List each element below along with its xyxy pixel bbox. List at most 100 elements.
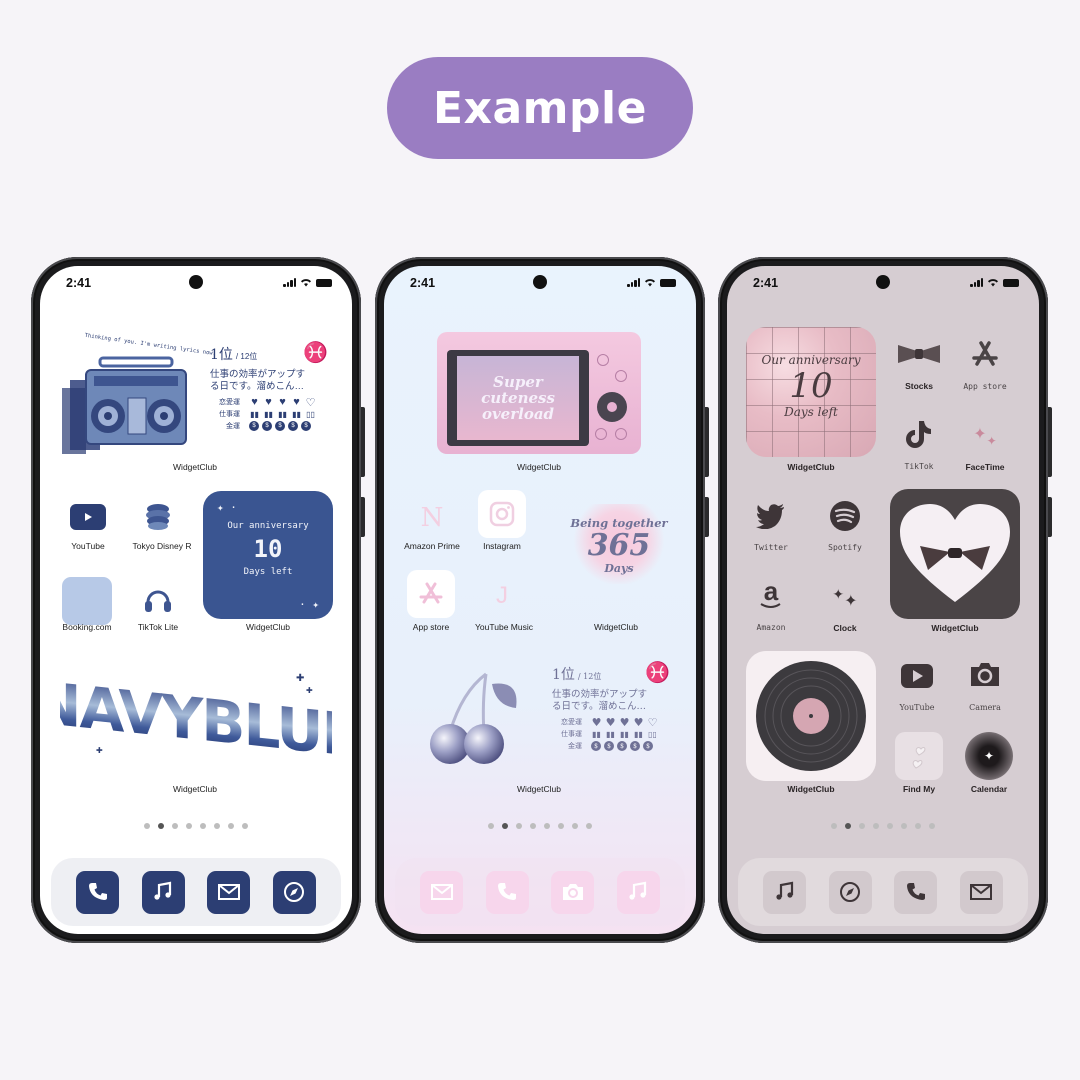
dock-compass-button[interactable]	[828, 870, 872, 914]
page-dot[interactable]	[586, 823, 592, 829]
app-label-youtube: YouTube	[71, 541, 105, 551]
navyblue-text: NAVYBLUE	[60, 668, 332, 770]
app-label-twitter: Twitter	[754, 543, 788, 552]
navyblue-widget[interactable]: NAVYBLUE ✚ ✚ ✚	[60, 661, 332, 771]
boombox-widget[interactable]: Thinking of you. I'm writing lyrics now.	[56, 328, 216, 458]
page-dot[interactable]	[530, 823, 536, 829]
page-dot[interactable]	[242, 823, 248, 829]
instagram-app-icon[interactable]	[478, 490, 526, 538]
page-indicator[interactable]	[727, 823, 1039, 829]
clock-sparkle-icon[interactable]: ✦ ✦	[825, 574, 865, 614]
page-dot[interactable]	[859, 823, 865, 829]
page-dot[interactable]	[502, 823, 508, 829]
compass-icon	[284, 882, 305, 902]
dock-compass-button[interactable]	[272, 870, 316, 914]
page-dot[interactable]	[228, 823, 234, 829]
tiktok-app-icon[interactable]	[899, 414, 939, 454]
amazon-prime-app-icon[interactable]: N	[412, 498, 452, 538]
stocks-app-icon[interactable]	[895, 336, 943, 372]
dock-phone-button[interactable]	[485, 870, 529, 914]
heart-icon: ♡	[647, 715, 658, 729]
tiktok-lite-app-icon[interactable]	[140, 582, 176, 618]
calendar-sparkle-app-icon[interactable]: ✦	[965, 732, 1013, 780]
youtube-app-icon[interactable]	[70, 504, 106, 530]
page-indicator[interactable]	[40, 823, 352, 829]
book-icon: ▮▮	[278, 409, 287, 419]
app-label-youtube: YouTube	[899, 703, 935, 712]
page-dot[interactable]	[172, 823, 178, 829]
wifi-icon	[645, 279, 655, 287]
page-dot[interactable]	[929, 823, 935, 829]
youtube-app-icon[interactable]	[899, 658, 935, 694]
together-widget[interactable]: Being together 365 Days	[554, 486, 684, 606]
widget-label: WidgetClub	[594, 622, 638, 632]
dock-mail-button[interactable]	[959, 870, 1003, 914]
dock-music-button[interactable]	[616, 870, 660, 914]
cherry-widget[interactable]	[412, 662, 532, 772]
dock-camera-button[interactable]	[551, 870, 595, 914]
svg-text:✚: ✚	[296, 673, 304, 684]
camera-app-icon[interactable]	[967, 656, 1003, 692]
page-dot[interactable]	[845, 823, 851, 829]
page-dot[interactable]	[887, 823, 893, 829]
amazon-app-icon[interactable]: a	[751, 574, 791, 614]
horoscope-row: 恋愛運 ♥ ♥ ♥ ♥ ♡	[210, 396, 328, 409]
page-dot[interactable]	[873, 823, 879, 829]
battery-icon	[316, 278, 332, 287]
heart-icon: ♥	[251, 396, 258, 408]
page-dot[interactable]	[831, 823, 837, 829]
coin-icon: $	[617, 741, 627, 751]
horoscope-widget[interactable]: 1位 / 12位 ♓ 仕事の効率がアップす る日です。溜めこん… 恋愛運 ♥ ♥ ♥ ♥…	[210, 343, 328, 432]
page-dot[interactable]	[214, 823, 220, 829]
horoscope-widget[interactable]: 1位 / 12位 ♓ 仕事の効率がアップす る日です。溜めこん… 恋愛運 ♥ ♥ ♥ ♥…	[552, 662, 670, 752]
page-dot[interactable]	[901, 823, 907, 829]
booking-app-icon[interactable]	[62, 577, 112, 625]
app-store-app-icon[interactable]	[407, 570, 455, 618]
phone-icon	[498, 883, 517, 900]
battery-icon	[1003, 278, 1019, 287]
anniversary-widget[interactable]: ✦ · · ✦ Our anniversary 10 Days left	[203, 491, 333, 619]
compass-icon	[840, 882, 861, 902]
page-dot[interactable]	[186, 823, 192, 829]
page-dot[interactable]	[200, 823, 206, 829]
heart-ribbon-widget[interactable]	[890, 489, 1020, 619]
page-dot[interactable]	[544, 823, 550, 829]
dock-mail-button[interactable]	[420, 870, 464, 914]
phone-icon	[906, 883, 925, 900]
page-dot[interactable]	[915, 823, 921, 829]
page-indicator[interactable]	[384, 823, 696, 829]
dock-phone-button[interactable]	[76, 870, 120, 914]
page-dot[interactable]	[158, 823, 164, 829]
glitter-anniversary-widget[interactable]: Our anniversary 10 Days left	[746, 327, 876, 457]
dock-music-button[interactable]	[763, 870, 807, 914]
page-dot[interactable]	[488, 823, 494, 829]
camera-widget[interactable]: Super cuteness overload	[437, 332, 641, 454]
coin-icon: $	[630, 741, 640, 751]
widget-label: WidgetClub	[173, 784, 217, 794]
find-my-app-icon[interactable]	[895, 732, 943, 780]
facetime-sparkle-icon[interactable]: ✦ ✦	[965, 414, 1005, 454]
sparkle-icon: · ✦	[299, 598, 319, 611]
dock-phone-button[interactable]	[894, 870, 938, 914]
horoscope-row-label: 仕事運	[219, 411, 240, 418]
book-icon: ▯▯	[648, 729, 657, 739]
app-label-amazon: Amazon	[756, 623, 786, 632]
horoscope-row-label: 恋愛運	[219, 399, 240, 406]
twitter-app-icon[interactable]	[751, 496, 791, 536]
page-dot[interactable]	[558, 823, 564, 829]
vinyl-record-widget[interactable]	[746, 651, 876, 781]
spotify-app-icon[interactable]	[825, 496, 865, 536]
sparkle-icon: ✦ ·	[217, 501, 237, 514]
mail-icon	[430, 884, 453, 900]
page-dot[interactable]	[144, 823, 150, 829]
youtube-music-app-icon[interactable]: J	[484, 576, 520, 616]
tokyo-disney-app-icon[interactable]	[140, 498, 176, 534]
page-dot[interactable]	[516, 823, 522, 829]
app-store-app-icon[interactable]	[965, 336, 1005, 372]
page-dot[interactable]	[572, 823, 578, 829]
dock-music-button[interactable]	[141, 870, 185, 914]
signal-icon	[627, 278, 640, 287]
coin-icon: $	[643, 741, 653, 751]
heart-icon: ♥	[591, 715, 602, 729]
dock-mail-button[interactable]	[207, 870, 251, 914]
